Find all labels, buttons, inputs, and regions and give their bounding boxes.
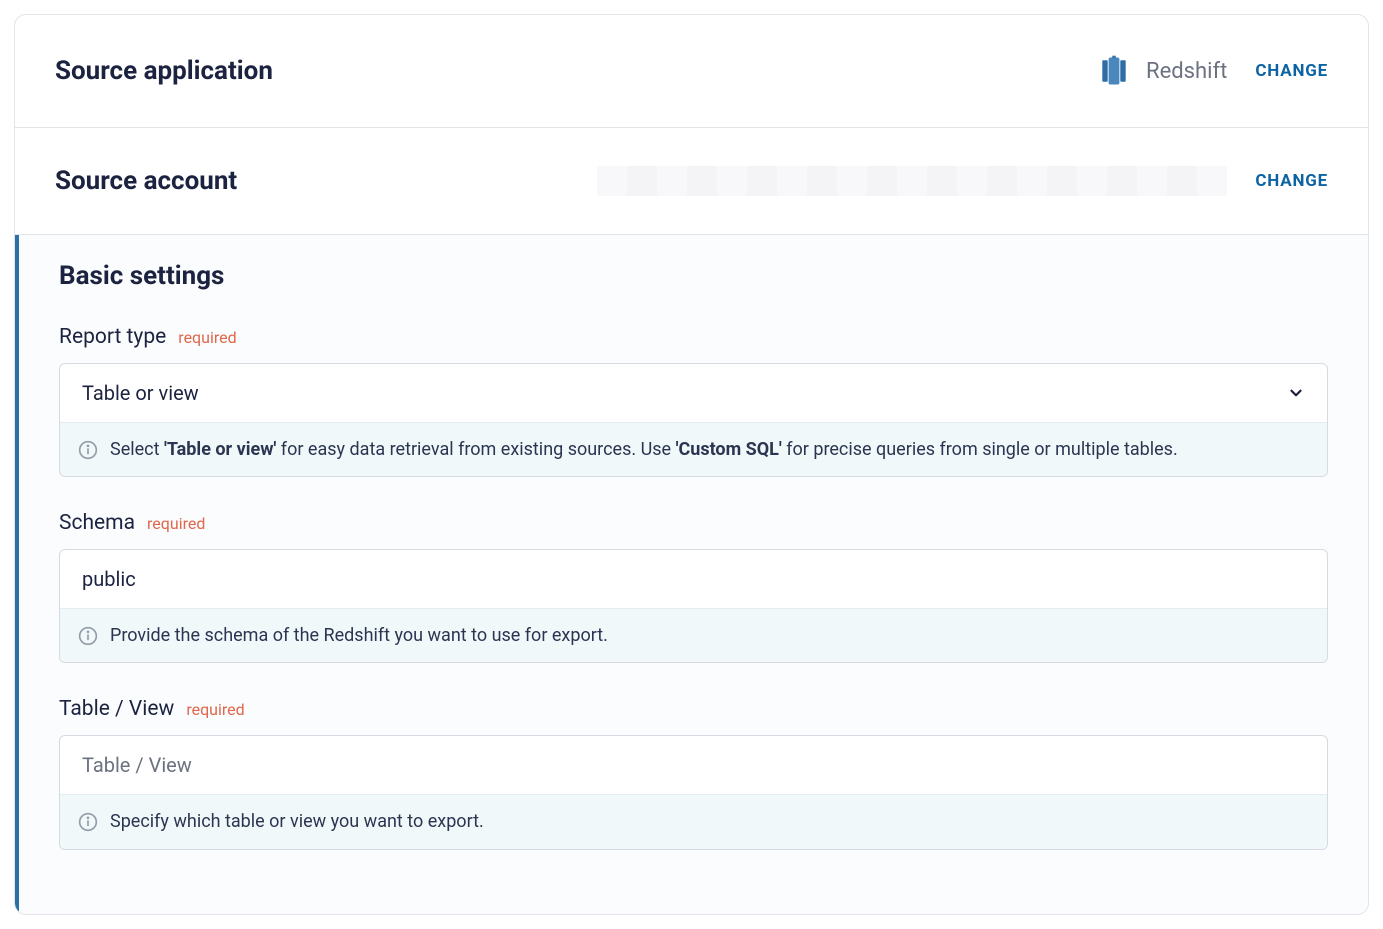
account-value-redacted xyxy=(597,166,1227,196)
basic-settings-section: Basic settings Report type required Tabl… xyxy=(15,235,1368,914)
report-type-label-row: Report type required xyxy=(59,325,1328,349)
redshift-icon xyxy=(1096,53,1132,89)
table-view-field: Table / View required Specify which tabl… xyxy=(59,697,1328,849)
report-type-label: Report type xyxy=(59,325,166,349)
app-badge: Redshift xyxy=(1096,53,1227,89)
source-account-row: Source account CHANGE xyxy=(15,128,1368,235)
change-account-button[interactable]: CHANGE xyxy=(1255,171,1328,191)
chevron-down-icon xyxy=(1287,384,1305,402)
source-account-title: Source account xyxy=(55,166,237,196)
schema-input-row xyxy=(60,550,1327,608)
info-icon xyxy=(78,626,98,646)
info-icon xyxy=(78,812,98,832)
source-application-right: Redshift CHANGE xyxy=(1096,53,1328,89)
required-badge: required xyxy=(178,328,236,347)
schema-input[interactable] xyxy=(82,567,1305,591)
required-badge: required xyxy=(147,514,205,533)
report-type-value: Table or view xyxy=(82,381,199,405)
table-view-hint: Specify which table or view you want to … xyxy=(60,794,1327,848)
app-name: Redshift xyxy=(1146,59,1227,84)
table-view-hint-text: Specify which table or view you want to … xyxy=(110,809,484,834)
report-type-hint: Select 'Table or view' for easy data ret… xyxy=(60,422,1327,476)
required-badge: required xyxy=(186,700,244,719)
table-view-input-row xyxy=(60,736,1327,794)
report-type-select-wrap: Table or view Select 'Table or view' for… xyxy=(59,363,1328,477)
schema-label: Schema xyxy=(59,511,135,535)
source-application-title: Source application xyxy=(55,56,273,86)
schema-input-wrap: Provide the schema of the Redshift you w… xyxy=(59,549,1328,663)
table-view-input-wrap: Specify which table or view you want to … xyxy=(59,735,1328,849)
basic-settings-title: Basic settings xyxy=(59,261,1328,291)
source-application-row: Source application Redshift CHANGE xyxy=(15,15,1368,128)
table-view-input[interactable] xyxy=(82,753,1305,777)
schema-label-row: Schema required xyxy=(59,511,1328,535)
config-panel: Source application Redshift CHANGE Sourc… xyxy=(14,14,1369,915)
table-view-label: Table / View xyxy=(59,697,174,721)
report-type-hint-text: Select 'Table or view' for easy data ret… xyxy=(110,437,1178,462)
schema-hint-text: Provide the schema of the Redshift you w… xyxy=(110,623,608,648)
change-application-button[interactable]: CHANGE xyxy=(1255,61,1328,81)
report-type-field: Report type required Table or view xyxy=(59,325,1328,477)
schema-field: Schema required Provide the schema of th… xyxy=(59,511,1328,663)
source-account-right: CHANGE xyxy=(597,166,1328,196)
schema-hint: Provide the schema of the Redshift you w… xyxy=(60,608,1327,662)
report-type-select[interactable]: Table or view xyxy=(60,364,1327,422)
table-view-label-row: Table / View required xyxy=(59,697,1328,721)
info-icon xyxy=(78,440,98,460)
